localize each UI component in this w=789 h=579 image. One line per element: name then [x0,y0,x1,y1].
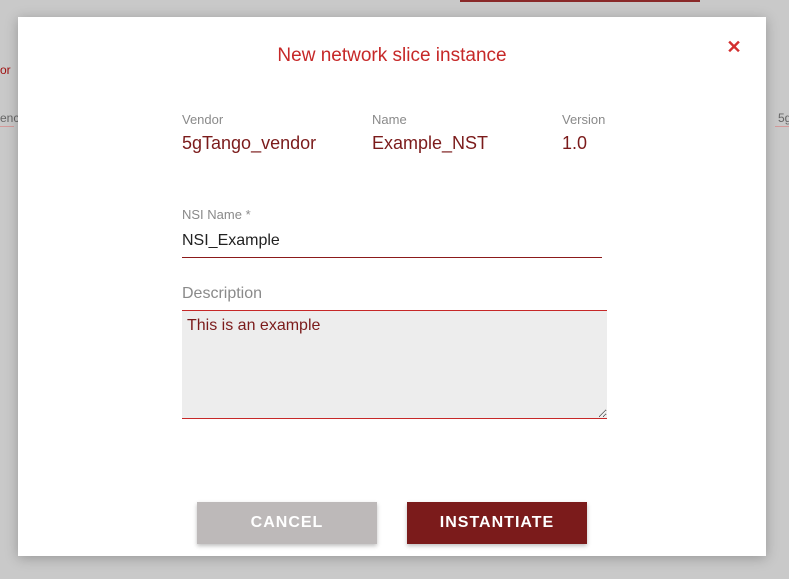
background-text-fragment: 5g [778,111,789,125]
dialog-title: New network slice instance [277,45,507,66]
name-value: Example_NST [372,133,489,153]
background-text-fragment: or [0,63,11,77]
vendor-info: Vendor 5gTango_vendor [182,112,316,154]
background-tab-indicator [460,0,700,2]
name-label: Name [372,112,407,127]
version-value: 1.0 [562,133,588,153]
version-label: Version [562,112,606,127]
background-text-fragment: enc [0,111,20,125]
new-nsi-dialog: New network slice instance ✕ Vendor 5gTa… [18,17,766,556]
instantiate-button[interactable]: INSTANTIATE [407,502,587,544]
vendor-label: Vendor [182,112,224,127]
background-divider [0,126,14,127]
vendor-value: 5gTango_vendor [182,133,317,153]
close-icon[interactable]: ✕ [724,37,744,57]
nsi-name-label: NSI Name * [182,207,251,222]
description-label: Description [182,285,263,302]
nsi-name-input[interactable] [182,225,602,258]
background-divider [775,126,789,127]
name-info: Name Example_NST [372,112,488,154]
cancel-button[interactable]: CANCEL [197,502,377,544]
version-info: Version 1.0 [562,112,605,154]
description-textarea[interactable]: This is an example [182,310,607,419]
